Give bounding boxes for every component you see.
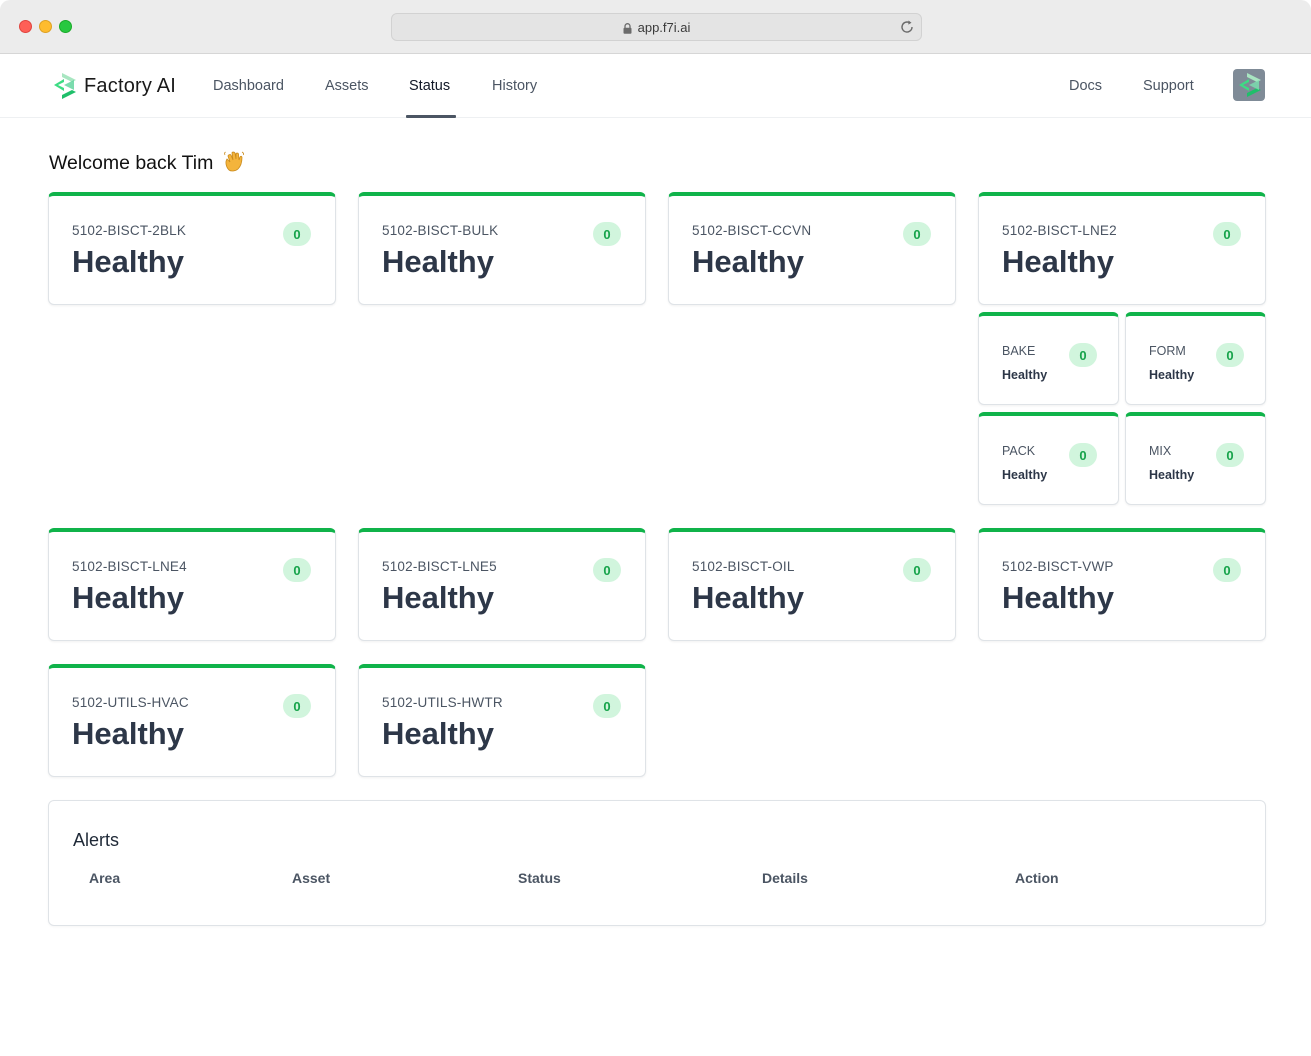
brand-logo[interactable]: Factory AI	[52, 70, 176, 102]
browser-chrome: app.f7i.ai	[0, 0, 1311, 54]
lock-icon	[623, 22, 632, 34]
subarea-status: Healthy	[1149, 368, 1195, 382]
active-tab-indicator	[406, 115, 456, 118]
alert-count-badge: 0	[593, 222, 621, 246]
asset-name: 5102-BISCT-VWP	[1002, 559, 1114, 574]
asset-card[interactable]: 5102-BISCT-OIL 0 Healthy	[668, 528, 956, 641]
subarea-name: BAKE	[1002, 344, 1036, 358]
avatar-logo-icon	[1239, 73, 1261, 97]
factory-ai-logo-icon	[54, 73, 76, 99]
window-maximize-button[interactable]	[59, 20, 72, 33]
asset-name: 5102-BISCT-2BLK	[72, 223, 187, 238]
subarea-card[interactable]: MIX 0 Healthy	[1125, 412, 1266, 505]
asset-card[interactable]: 5102-BISCT-2BLK 0 Healthy	[48, 192, 336, 305]
column-header-area[interactable]: Area	[89, 870, 120, 886]
alert-count-badge: 0	[283, 222, 311, 246]
asset-status: Healthy	[692, 244, 804, 279]
subarea-name: MIX	[1149, 444, 1172, 458]
asset-name: 5102-BISCT-OIL	[692, 559, 795, 574]
nav-link-dashboard[interactable]: Dashboard	[213, 78, 284, 94]
alert-count-badge: 0	[283, 694, 311, 718]
nav-link-status[interactable]: Status	[409, 78, 450, 94]
column-header-status[interactable]: Status	[518, 870, 561, 886]
asset-name: 5102-UTILS-HWTR	[382, 695, 503, 710]
asset-name: 5102-BISCT-LNE4	[72, 559, 187, 574]
alert-count-badge: 0	[1216, 343, 1244, 367]
asset-status: Healthy	[382, 244, 494, 279]
asset-card[interactable]: 5102-BISCT-LNE2 0 Healthy	[978, 192, 1266, 305]
asset-card[interactable]: 5102-BISCT-LNE5 0 Healthy	[358, 528, 646, 641]
window-minimize-button[interactable]	[39, 20, 52, 33]
asset-card[interactable]: 5102-BISCT-LNE4 0 Healthy	[48, 528, 336, 641]
waving-hand-icon	[223, 151, 244, 172]
nav-link-support[interactable]: Support	[1143, 78, 1194, 94]
asset-card[interactable]: 5102-BISCT-BULK 0 Healthy	[358, 192, 646, 305]
nav-link-docs[interactable]: Docs	[1069, 78, 1102, 94]
brand-name: Factory AI	[84, 74, 177, 97]
asset-status: Healthy	[72, 580, 184, 615]
asset-name: 5102-BISCT-LNE2	[1002, 223, 1117, 238]
alert-count-badge: 0	[1216, 443, 1244, 467]
alert-count-badge: 0	[283, 558, 311, 582]
window-close-button[interactable]	[19, 20, 32, 33]
welcome-text: Welcome back Tim	[49, 152, 214, 174]
reload-icon[interactable]	[899, 19, 915, 35]
column-header-asset[interactable]: Asset	[292, 870, 330, 886]
nav-link-assets[interactable]: Assets	[325, 78, 369, 94]
alerts-title: Alerts	[73, 830, 120, 850]
alert-count-badge: 0	[1213, 222, 1241, 246]
asset-card[interactable]: 5102-UTILS-HWTR 0 Healthy	[358, 664, 646, 777]
asset-name: 5102-BISCT-CCVN	[692, 223, 812, 238]
asset-status: Healthy	[72, 244, 184, 279]
nav-link-history[interactable]: History	[492, 78, 537, 94]
asset-name: 5102-UTILS-HVAC	[72, 695, 189, 710]
alert-count-badge: 0	[1213, 558, 1241, 582]
asset-status: Healthy	[1002, 244, 1114, 279]
welcome-heading: Welcome back Tim	[49, 150, 245, 175]
alert-count-badge: 0	[903, 222, 931, 246]
alert-count-badge: 0	[593, 694, 621, 718]
subarea-card[interactable]: FORM 0 Healthy	[1125, 312, 1266, 405]
url-text: app.f7i.ai	[637, 19, 691, 35]
asset-name: 5102-BISCT-BULK	[382, 223, 499, 238]
asset-status: Healthy	[382, 716, 494, 751]
address-bar[interactable]: app.f7i.ai	[391, 13, 922, 41]
top-navbar: Factory AI Dashboard Assets Status Histo…	[0, 54, 1311, 118]
alert-count-badge: 0	[593, 558, 621, 582]
subarea-name: PACK	[1002, 444, 1036, 458]
subarea-card[interactable]: PACK 0 Healthy	[978, 412, 1119, 505]
asset-name: 5102-BISCT-LNE5	[382, 559, 497, 574]
asset-status: Healthy	[72, 716, 184, 751]
subarea-status: Healthy	[1002, 468, 1048, 482]
subarea-status: Healthy	[1002, 368, 1048, 382]
subarea-card[interactable]: BAKE 0 Healthy	[978, 312, 1119, 405]
asset-status: Healthy	[1002, 580, 1114, 615]
alerts-panel: Alerts Area Asset Status Details Action	[48, 800, 1266, 926]
asset-card[interactable]: 5102-BISCT-CCVN 0 Healthy	[668, 192, 956, 305]
asset-status: Healthy	[382, 580, 494, 615]
column-header-details[interactable]: Details	[762, 870, 808, 886]
subarea-status: Healthy	[1149, 468, 1195, 482]
alert-count-badge: 0	[1069, 343, 1097, 367]
user-avatar[interactable]	[1233, 69, 1265, 101]
alert-count-badge: 0	[903, 558, 931, 582]
asset-status: Healthy	[692, 580, 804, 615]
column-header-action[interactable]: Action	[1015, 870, 1059, 886]
asset-card[interactable]: 5102-UTILS-HVAC 0 Healthy	[48, 664, 336, 777]
asset-card[interactable]: 5102-BISCT-VWP 0 Healthy	[978, 528, 1266, 641]
subarea-name: FORM	[1149, 344, 1186, 358]
alert-count-badge: 0	[1069, 443, 1097, 467]
